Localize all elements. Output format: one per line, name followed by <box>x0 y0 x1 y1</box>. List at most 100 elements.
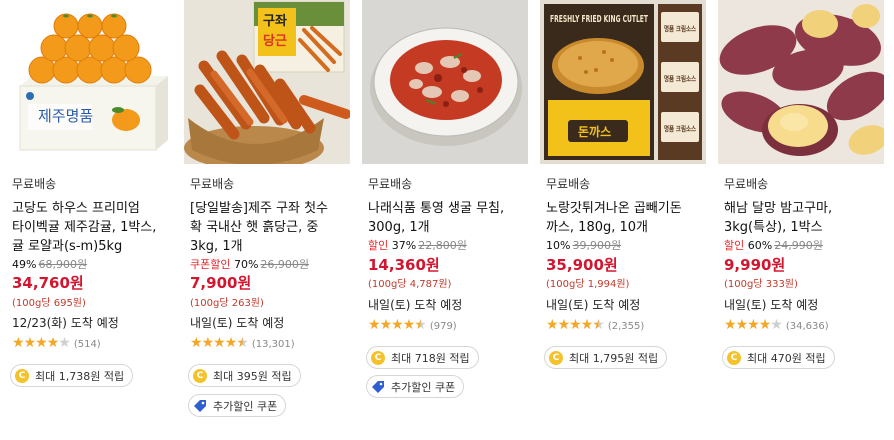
discount-row: 할인 60% 24,990원 <box>724 237 823 253</box>
star-icon: ★ <box>201 335 215 351</box>
svg-text:당근: 당근 <box>263 33 287 49</box>
coupon-badge[interactable]: 추가할인 쿠폰 <box>188 394 287 417</box>
product-image[interactable]: 제주명품 <box>6 0 172 164</box>
discount-label: 할인 <box>368 239 389 252</box>
star-icon: ★ <box>402 317 416 333</box>
reward-coin-icon: C <box>549 350 563 365</box>
sale-price: 9,990원 <box>724 256 786 274</box>
rating: ★★★★★ (514) <box>12 335 101 351</box>
product-title[interactable]: 노랑갓튀겨나온 곱빼기돈 까스, 180g, 10개 <box>546 199 708 237</box>
star-icon: ★ <box>391 317 404 333</box>
product-card[interactable]: 무료배송 나래식품 통영 생굴 무침, 300g, 1개 할인 37% 22,80… <box>360 0 532 440</box>
product-card[interactable]: 제주명품 무료배송 고당도 하우스 프리미엄 타이벡귤 제주감귤, 1박스, 귤… <box>4 0 176 440</box>
product-title[interactable]: [당일발송]제주 구좌 첫수 확 국내산 햇 흙당근, 중 3kg, 1개 <box>190 199 352 256</box>
discount-percent: 60% <box>747 239 773 252</box>
reward-text: 최대 470원 적립 <box>747 351 826 365</box>
delivery-estimate: 12/23(화) 도착 예정 <box>12 316 119 330</box>
star-icon: ★ <box>569 317 582 333</box>
review-count: (979) <box>429 321 457 332</box>
reward-badge: C 최대 395원 적립 <box>188 364 301 387</box>
discount-row: 49% 68,900원 <box>12 256 87 272</box>
star-icon: ★ <box>735 317 749 333</box>
discount-label: 쿠폰할인 <box>190 258 231 271</box>
rating: ★★★★★ (979) <box>368 317 457 333</box>
pork-cutlet-image: FRESHLY FRIED KING CUTLET 돈까스 명품 크림소스 명품… <box>540 0 706 164</box>
rating: ★★★★★ (13,301) <box>190 335 295 351</box>
star-icon: ★ <box>592 317 605 333</box>
delivery-estimate: 내일(토) 도착 예정 <box>368 298 463 312</box>
reward-text: 최대 1,738원 적립 <box>35 369 125 383</box>
star-icon: ★ <box>557 317 571 333</box>
discount-percent: 10% <box>546 239 571 252</box>
product-card[interactable]: FRESHLY FRIED KING CUTLET 돈까스 명품 크림소스 명품… <box>538 0 710 440</box>
product-title[interactable]: 나래식품 통영 생굴 무침, 300g, 1개 <box>368 199 530 237</box>
reward-text: 최대 395원 적립 <box>213 369 292 383</box>
star-icon: ★ <box>23 335 37 351</box>
free-shipping-label: 무료배송 <box>12 177 57 191</box>
sale-price: 7,900원 <box>190 274 252 292</box>
free-shipping-label: 무료배송 <box>724 177 769 191</box>
star-icon: ★ <box>414 317 427 333</box>
discount-percent: 70% <box>233 258 259 271</box>
sale-price: 34,760원 <box>12 274 84 292</box>
reward-badge: C 최대 718원 적립 <box>366 346 479 369</box>
star-icon: ★ <box>580 317 594 333</box>
star-icon: ★ <box>368 317 381 333</box>
tangerine-box-image: 제주명품 <box>6 0 172 164</box>
title-line: 해남 달망 밤고구마, <box>724 201 833 216</box>
coupon-badge[interactable]: 추가할인 쿠폰 <box>366 375 465 398</box>
unit-price: (100g당 1,994원) <box>546 279 630 290</box>
free-shipping-label: 무료배송 <box>190 177 235 191</box>
discount-percent: 37% <box>391 239 417 252</box>
carrot-basket-image: 구좌 당근 <box>184 0 350 164</box>
sweet-potato-image <box>718 0 884 164</box>
star-icon: ★ <box>224 335 238 351</box>
product-title[interactable]: 해남 달망 밤고구마, 3kg(특상), 1박스 <box>724 199 886 237</box>
title-line: 나래식품 통영 생굴 무침, <box>368 201 505 216</box>
product-image[interactable]: 구좌 당근 <box>184 0 350 164</box>
product-image[interactable] <box>718 0 884 164</box>
svg-text:FRESHLY FRIED KING CUTLET: FRESHLY FRIED KING CUTLET <box>550 14 648 25</box>
title-line: 귤 로얄과(s-m)5kg <box>12 239 123 254</box>
review-count: (34,636) <box>785 321 829 332</box>
svg-text:제주명품: 제주명품 <box>38 107 93 125</box>
star-icon: ★ <box>546 317 559 333</box>
product-image[interactable]: FRESHLY FRIED KING CUTLET 돈까스 명품 크림소스 명품… <box>540 0 706 164</box>
product-title[interactable]: 고당도 하우스 프리미엄 타이벡귤 제주감귤, 1박스, 귤 로얄과(s-m)5… <box>12 199 174 256</box>
unit-price: (100g당 333원) <box>724 279 798 290</box>
delivery-estimate: 내일(토) 도착 예정 <box>546 298 641 312</box>
reward-coin-icon: C <box>15 368 29 383</box>
star-icon: ★ <box>46 335 60 351</box>
reward-coin-icon: C <box>371 350 385 365</box>
sale-price: 35,900원 <box>546 256 618 274</box>
product-card[interactable]: 구좌 당근 무료배송 [당일발송]제주 구좌 첫수 확 국내산 햇 흙당근, 중… <box>182 0 354 440</box>
coupon-tag-icon <box>372 380 384 393</box>
original-price: 26,900원 <box>260 258 310 271</box>
star-icon: ★ <box>747 317 760 333</box>
star-icon: ★ <box>236 335 249 351</box>
reward-badge: C 최대 1,795원 적립 <box>544 346 668 369</box>
product-grid: 제주명품 무료배송 고당도 하우스 프리미엄 타이벡귤 제주감귤, 1박스, 귤… <box>0 0 894 440</box>
title-line: 노랑갓튀겨나온 곱빼기돈 <box>546 201 682 216</box>
reward-text: 최대 1,795원 적립 <box>569 351 659 365</box>
title-line: 3kg(특상), 1박스 <box>724 220 823 235</box>
star-icon: ★ <box>35 335 48 351</box>
star-icon: ★ <box>724 317 737 333</box>
rating: ★★★★★ (2,355) <box>546 317 644 333</box>
reward-badge: C 최대 470원 적립 <box>722 346 835 369</box>
unit-price: (100g당 4,787원) <box>368 279 452 290</box>
star-icon: ★ <box>190 335 203 351</box>
discount-row: 할인 37% 22,800원 <box>368 237 467 253</box>
discount-percent: 49% <box>12 258 37 271</box>
svg-text:명품 크림소스: 명품 크림소스 <box>664 24 696 33</box>
svg-text:구좌: 구좌 <box>263 13 287 29</box>
discount-label: 할인 <box>724 239 745 252</box>
reward-coin-icon: C <box>727 350 741 365</box>
star-icon: ★ <box>758 317 772 333</box>
product-card[interactable]: 무료배송 해남 달망 밤고구마, 3kg(특상), 1박스 할인 60% 24,9… <box>716 0 888 440</box>
unit-price: (100g당 695원) <box>12 298 86 309</box>
star-icon: ★ <box>770 317 783 333</box>
product-image[interactable] <box>362 0 528 164</box>
coupon-text: 추가할인 쿠폰 <box>213 399 278 413</box>
original-price: 22,800원 <box>418 239 467 252</box>
